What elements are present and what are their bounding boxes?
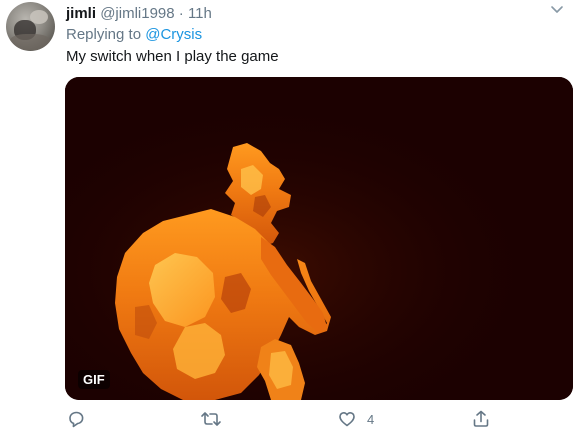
- gif-badge: GIF: [78, 370, 110, 389]
- share-icon: [471, 409, 491, 429]
- more-options-chevron-icon[interactable]: [549, 3, 565, 17]
- user-handle[interactable]: @jimli1998: [100, 5, 174, 22]
- retweet-icon: [200, 409, 222, 429]
- burning-figure-image: [65, 77, 573, 400]
- heart-icon: [337, 409, 357, 429]
- retweet-button[interactable]: [200, 408, 222, 430]
- avatar[interactable]: [6, 2, 55, 51]
- gif-media[interactable]: GIF: [65, 77, 573, 400]
- replying-to-label: Replying to: [66, 26, 142, 43]
- tweet-actions: 4: [0, 404, 585, 432]
- reply-mention-link[interactable]: @Crysis: [145, 26, 202, 43]
- avatar-lower: [10, 34, 50, 50]
- like-button[interactable]: 4: [337, 408, 374, 430]
- replying-to: Replying to @Crysis: [66, 26, 202, 44]
- reply-icon: [66, 409, 86, 429]
- timestamp[interactable]: 11h: [188, 5, 212, 22]
- display-name[interactable]: jimli: [66, 5, 96, 22]
- share-button[interactable]: [471, 408, 491, 430]
- tweet[interactable]: jimli @jimli1998 · 11h Replying to @Crys…: [0, 0, 585, 432]
- like-count: 4: [367, 411, 375, 427]
- tweet-header: jimli @jimli1998 · 11h: [66, 5, 212, 23]
- reply-button[interactable]: [66, 408, 86, 430]
- tweet-text: My switch when I play the game: [66, 48, 279, 65]
- separator-dot: ·: [178, 5, 184, 22]
